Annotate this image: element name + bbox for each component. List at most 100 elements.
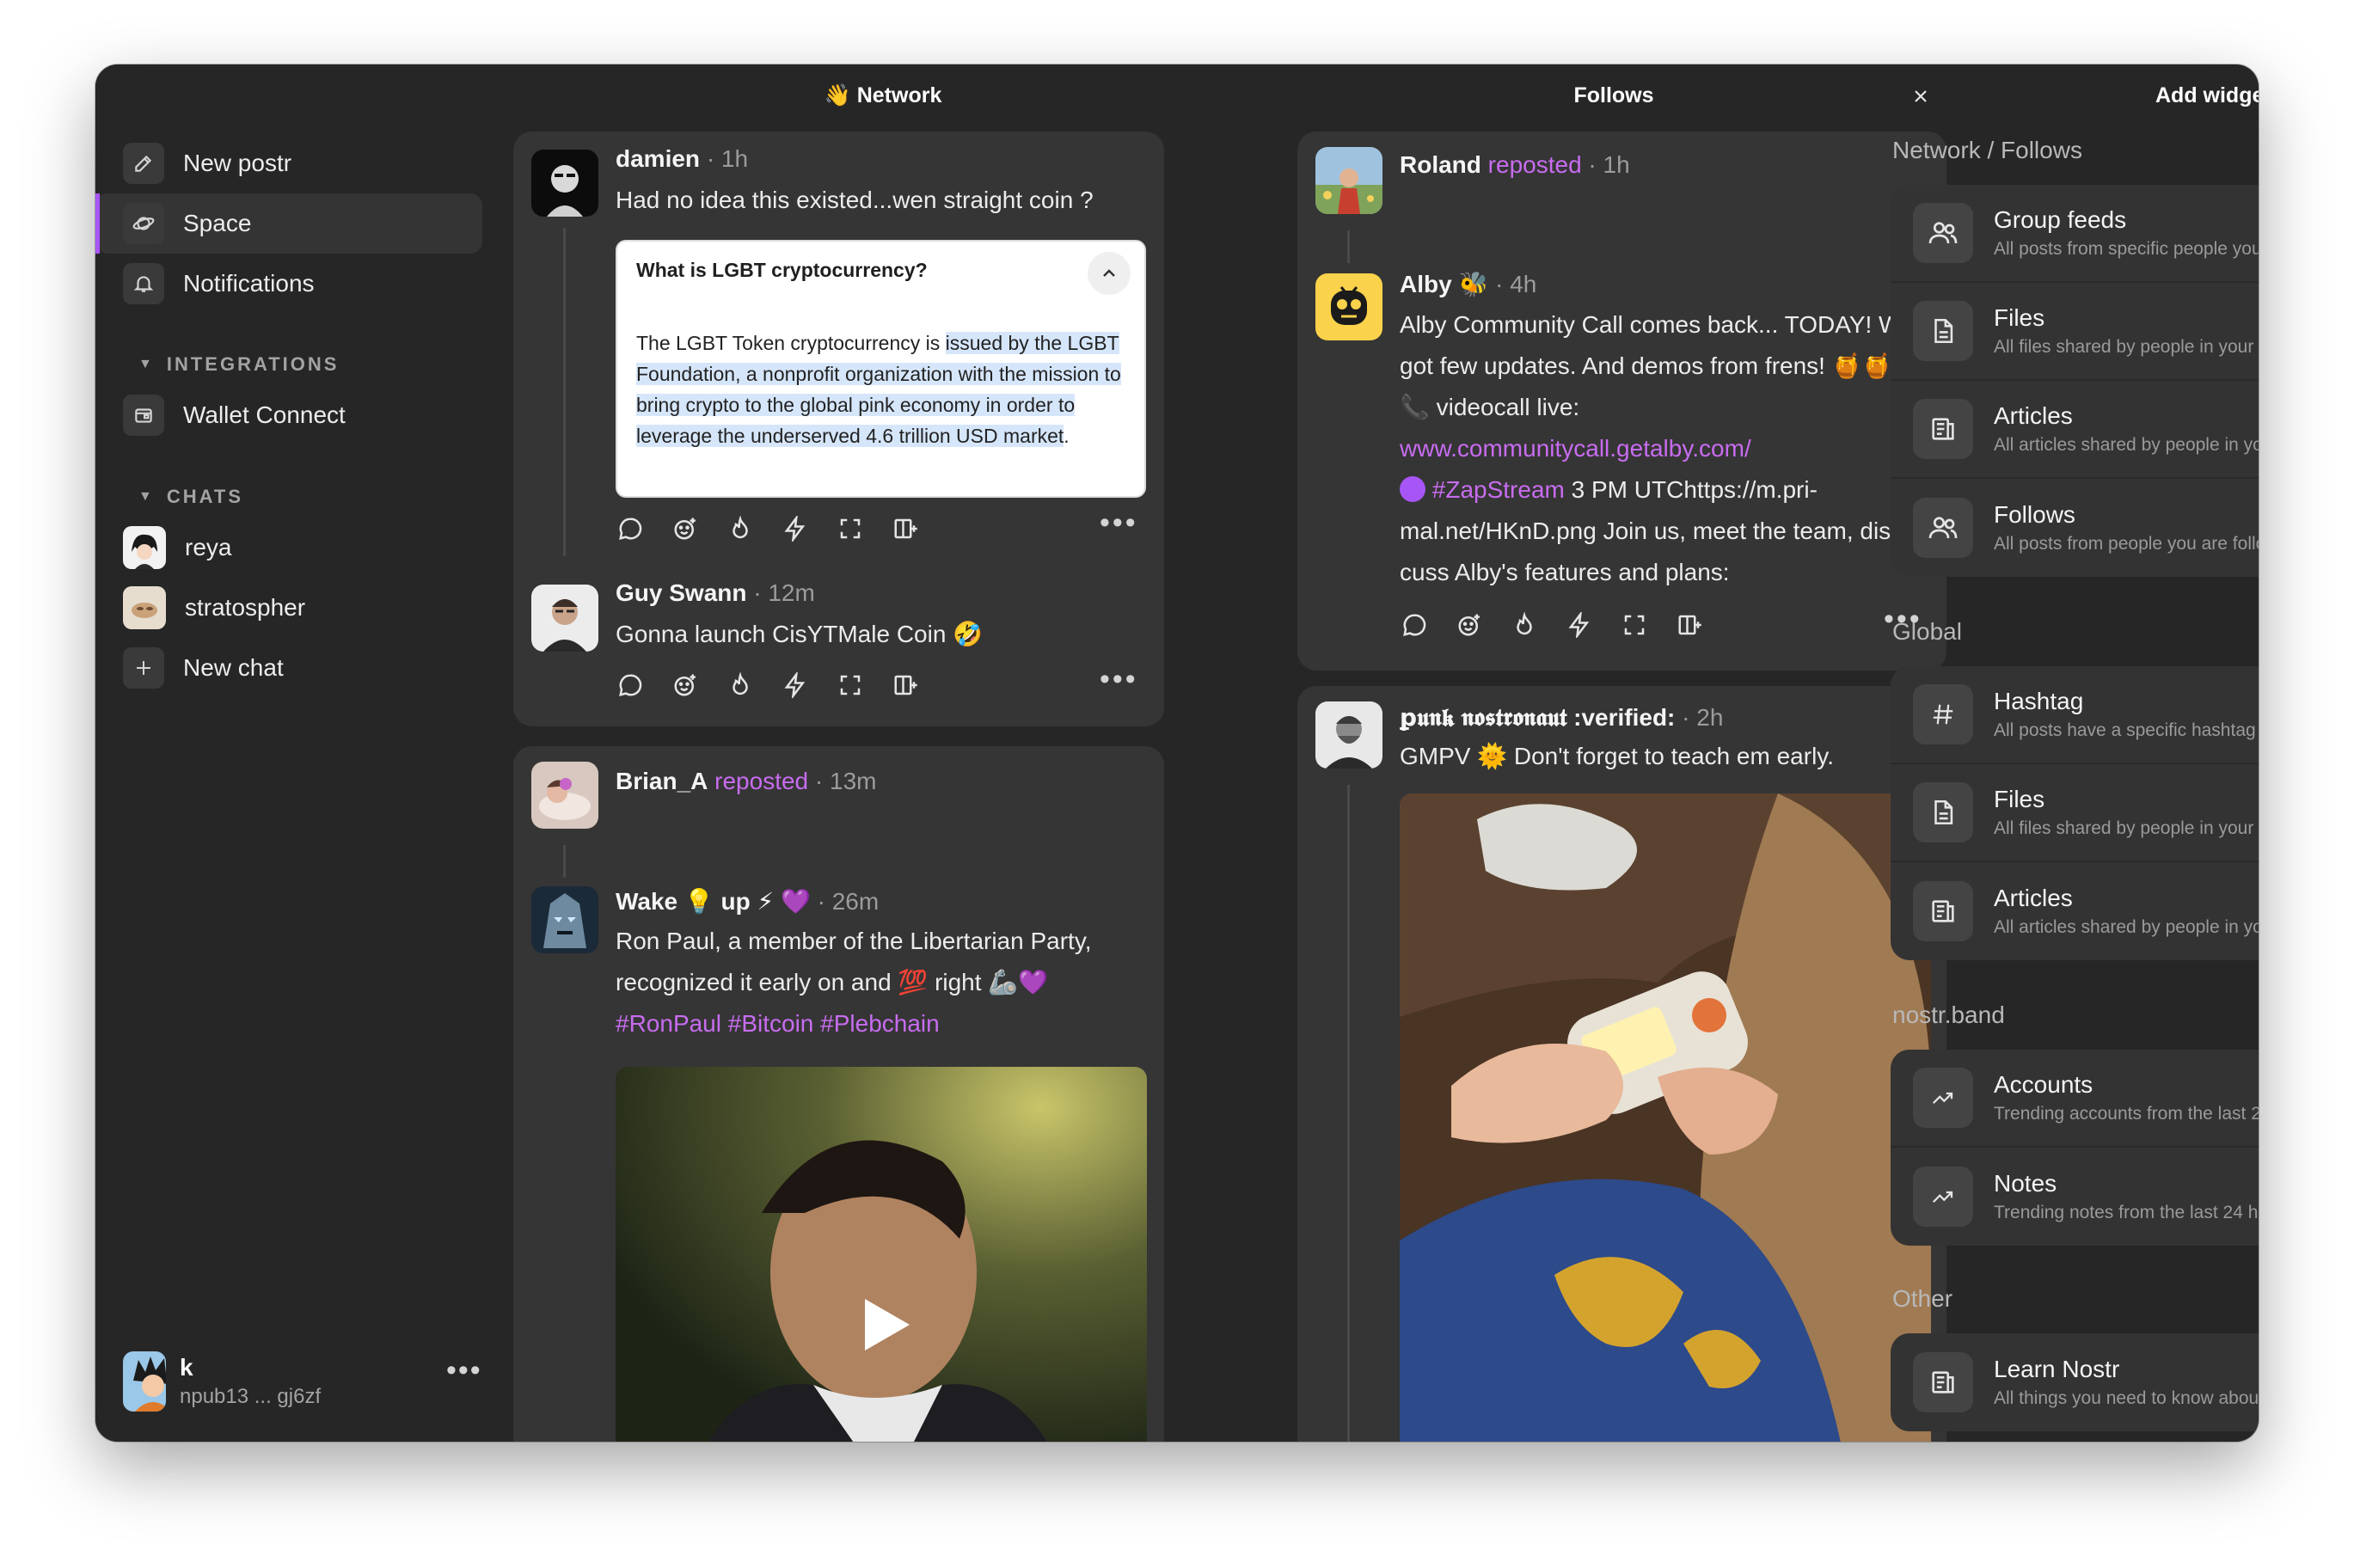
focus-icon[interactable] bbox=[836, 514, 865, 543]
column-title: 👋 Network bbox=[496, 83, 1270, 108]
chats-section-toggle[interactable]: ▼ CHATS bbox=[138, 486, 243, 508]
reaction-icon[interactable] bbox=[671, 514, 700, 543]
embedded-snippet[interactable]: What is LGBT cryptocurrency? The LGBT To… bbox=[616, 240, 1146, 498]
snippet-answer: The LGBT Token cryptocurrency is issued … bbox=[636, 328, 1135, 451]
post-header: damien · 1h bbox=[616, 145, 749, 172]
open-column-icon[interactable] bbox=[1675, 610, 1704, 640]
app-window: New postr Space Notifications ▼ INTEGRAT… bbox=[95, 64, 2259, 1442]
reaction-icon[interactable] bbox=[1455, 610, 1484, 640]
current-user[interactable]: k npub13 ... gj6zf bbox=[123, 1351, 321, 1412]
widget-desc: All posts have a specific hashtag bbox=[1994, 720, 2256, 740]
post-time: 1h bbox=[720, 145, 749, 172]
widget-section-title: Network / Follows bbox=[1892, 137, 2082, 163]
widget-articles[interactable]: Articles All articles shared by people in… bbox=[1891, 381, 2259, 479]
author-name[interactable]: damien bbox=[616, 145, 700, 172]
network-title: Network bbox=[856, 83, 942, 107]
post-image[interactable] bbox=[1400, 793, 1931, 1442]
chat-item-reya[interactable]: reya bbox=[95, 518, 482, 578]
new-postr-label: New postr bbox=[183, 150, 292, 176]
post-line: cuss Alby's features and plans: bbox=[1400, 559, 1730, 585]
post-actions bbox=[616, 514, 920, 543]
new-chat-button[interactable]: New chat bbox=[95, 638, 482, 698]
widget-learn-nostr[interactable]: Learn Nostr All things you need to know a… bbox=[1891, 1333, 2259, 1431]
widget-accounts[interactable]: Accounts Trending accounts from the last … bbox=[1891, 1050, 2259, 1148]
post-actions bbox=[1400, 610, 1704, 640]
planet-icon bbox=[123, 203, 164, 244]
author-name[interactable]: Alby 🐝 bbox=[1400, 271, 1488, 297]
zap-icon[interactable] bbox=[781, 514, 810, 543]
author-name[interactable]: Guy Swann bbox=[616, 579, 746, 606]
widget-group-feeds[interactable]: Group feeds All posts from specific peopl… bbox=[1891, 185, 2259, 283]
post-time: 12m bbox=[768, 579, 815, 606]
widget-files[interactable]: Files All files shared by people in your … bbox=[1891, 764, 2259, 862]
follows-column: Follows Roland reposted · 1h Alby 🐝 · 4h… bbox=[1270, 64, 1966, 1442]
more-options-button[interactable]: ••• bbox=[1100, 506, 1138, 540]
hashtag-link[interactable]: #ZapStream bbox=[1432, 476, 1565, 503]
author-name[interactable]: Wake 💡 up ⚡ 💜 bbox=[616, 888, 811, 915]
widget-follows[interactable]: Follows All posts from people you are fol… bbox=[1891, 479, 2259, 577]
sidebar: New postr Space Notifications ▼ INTEGRAT… bbox=[95, 64, 496, 1442]
space-label: Space bbox=[183, 210, 252, 236]
repost-label: reposted bbox=[1487, 151, 1582, 178]
post-header: ꝑ𝖚𝖓𝖐 𝖓𝖔𝖘𝖙𝖗𝖔𝖓𝖆𝖚𝖙 :verified: · 2h bbox=[1400, 704, 1724, 731]
more-options-button[interactable]: ••• bbox=[1100, 663, 1138, 696]
repost-label: reposted bbox=[714, 768, 809, 794]
post-header: Wake 💡 up ⚡ 💜 · 26m bbox=[616, 888, 880, 915]
widget-desc: All articles shared by people in your ne… bbox=[1994, 435, 2259, 455]
avatar bbox=[531, 150, 598, 217]
open-column-icon[interactable] bbox=[891, 671, 920, 700]
open-column-icon[interactable] bbox=[891, 514, 920, 543]
new-postr-button[interactable]: New postr bbox=[95, 133, 482, 193]
thread-line bbox=[563, 228, 566, 556]
fire-icon[interactable] bbox=[726, 671, 755, 700]
waving-hand-icon: 👋 bbox=[824, 83, 851, 107]
group-icon bbox=[1913, 498, 1973, 558]
hashtag-links[interactable]: #RonPaul #Bitcoin #Plebchain bbox=[616, 1003, 940, 1044]
widget-title: Notes bbox=[1994, 1170, 2057, 1197]
author-name[interactable]: ꝑ𝖚𝖓𝖐 𝖓𝖔𝖘𝖙𝖗𝖔𝖓𝖆𝖚𝖙 :verified: bbox=[1400, 704, 1675, 731]
answer-text: The LGBT Token cryptocurrency is bbox=[636, 332, 946, 354]
post-time: 1h bbox=[1603, 151, 1630, 178]
widget-title: Files bbox=[1994, 786, 2045, 812]
widget-section-title: Other bbox=[1892, 1285, 1953, 1312]
reposter-name[interactable]: Brian_A bbox=[616, 768, 708, 794]
chat-item-stratospher[interactable]: stratospher bbox=[95, 578, 482, 638]
post-header: Roland reposted · 1h bbox=[1400, 151, 1630, 178]
widget-desc: All files shared by people in your netwo… bbox=[1994, 337, 2259, 357]
widget-files[interactable]: Files All files shared by people in your … bbox=[1891, 283, 2259, 381]
zap-icon[interactable] bbox=[781, 671, 810, 700]
widget-section-title: Global bbox=[1892, 618, 1962, 645]
reaction-icon[interactable] bbox=[671, 671, 700, 700]
widget-hashtag[interactable]: Hashtag All posts have a specific hashtag bbox=[1891, 666, 2259, 764]
widget-title: Group feeds bbox=[1994, 206, 2127, 233]
widget-articles[interactable]: Articles All articles shared by people in… bbox=[1891, 862, 2259, 960]
widget-notes[interactable]: Notes Trending notes from the last 24 hou… bbox=[1891, 1148, 2259, 1246]
close-column-icon[interactable] bbox=[1911, 87, 1930, 106]
reposter-name[interactable]: Roland bbox=[1400, 151, 1481, 178]
widget-desc: Trending accounts from the last 24 hours bbox=[1994, 1104, 2259, 1124]
widget-desc: All files shared by people in your netwo… bbox=[1994, 818, 2259, 838]
focus-icon[interactable] bbox=[1620, 610, 1649, 640]
zap-icon[interactable] bbox=[1565, 610, 1594, 640]
article-icon bbox=[1913, 1352, 1973, 1412]
integrations-section-toggle[interactable]: ▼ INTEGRATIONS bbox=[138, 353, 339, 376]
sidebar-item-space[interactable]: Space bbox=[95, 193, 482, 254]
user-menu-button[interactable]: ••• bbox=[446, 1354, 482, 1387]
reply-icon[interactable] bbox=[616, 671, 645, 700]
avatar bbox=[1315, 147, 1382, 214]
thread-line bbox=[563, 845, 566, 878]
post-header: Guy Swann · 12m bbox=[616, 579, 815, 606]
focus-icon[interactable] bbox=[836, 671, 865, 700]
reply-icon[interactable] bbox=[616, 514, 645, 543]
widget-desc: All posts from people you are following bbox=[1994, 534, 2259, 554]
reply-icon[interactable] bbox=[1400, 610, 1429, 640]
community-call-link[interactable]: www.communitycall.getalby.com/ bbox=[1400, 428, 1933, 469]
trending-icon bbox=[1913, 1167, 1973, 1227]
sidebar-item-notifications[interactable]: Notifications bbox=[95, 254, 482, 314]
fire-icon[interactable] bbox=[726, 514, 755, 543]
sidebar-item-wallet-connect[interactable]: Wallet Connect bbox=[95, 385, 482, 445]
new-chat-label: New chat bbox=[183, 654, 284, 681]
video-player[interactable] bbox=[616, 1067, 1147, 1442]
chevron-up-icon[interactable] bbox=[1088, 252, 1131, 295]
fire-icon[interactable] bbox=[1510, 610, 1539, 640]
